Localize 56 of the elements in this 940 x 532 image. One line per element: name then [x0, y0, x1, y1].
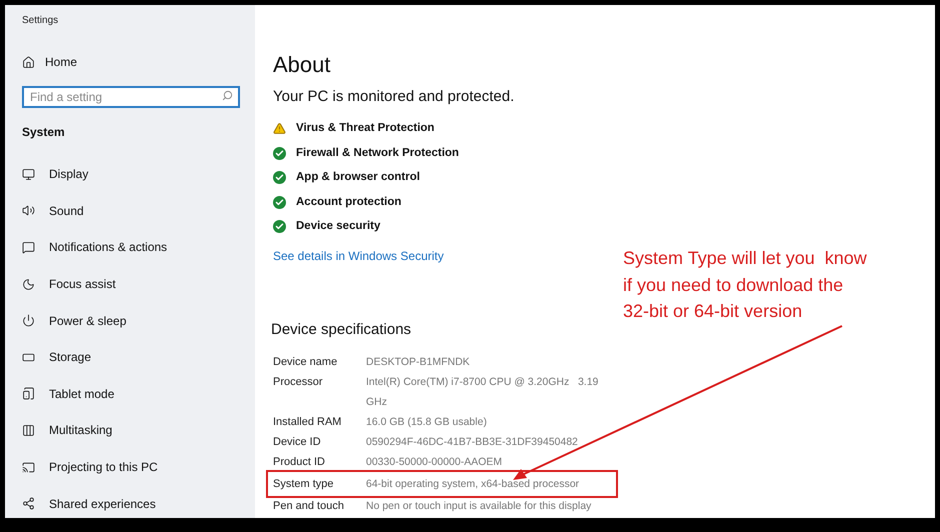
- security-item: Virus & Threat Protection: [296, 121, 434, 136]
- sidebar-item[interactable]: Storage: [22, 338, 92, 376]
- security-item: Account protection: [296, 194, 402, 210]
- check-icon: [273, 171, 286, 184]
- sidebar-item[interactable]: Shared experiences: [22, 485, 156, 522]
- sidebar-item[interactable]: Tablet mode: [22, 376, 114, 412]
- home-link[interactable]: Home: [22, 53, 78, 71]
- spec-value: 00330-50000-00000-AAOEM: [366, 454, 504, 470]
- speaker-icon: [22, 204, 35, 218]
- protection-status: Your PC is monitored and protected.: [273, 87, 514, 107]
- spec-label: Processor: [273, 374, 324, 390]
- check-icon: [273, 146, 286, 160]
- spec-label: Pen and touch: [273, 498, 345, 514]
- spec-label: Product ID: [273, 454, 326, 470]
- search-field[interactable]: Find a setting: [22, 86, 240, 108]
- spec-value: 16.0 GB (15.8 GB usable): [366, 414, 488, 430]
- section-heading: Device specifications: [271, 320, 412, 340]
- security-item: App & browser control: [296, 170, 420, 186]
- spec-value: 0590294F-46DC-41B7-BB3E-31DF39450482: [366, 434, 579, 450]
- annotation-text: System Type will let you know: [623, 247, 867, 270]
- monitor-icon: [22, 168, 35, 181]
- moon-icon: [22, 278, 35, 291]
- check-icon: [273, 196, 286, 209]
- sidebar-item[interactable]: Focus assist: [22, 266, 116, 302]
- annotation-text: 32-bit or 64-bit version: [623, 300, 804, 323]
- speech-bubble-icon: [22, 240, 35, 254]
- warning-icon: [273, 122, 286, 136]
- security-item: Firewall & Network Protection: [296, 146, 459, 161]
- power-icon: [22, 314, 35, 328]
- spec-label: Device ID: [273, 434, 322, 450]
- spec-label: System type: [273, 476, 335, 492]
- sidebar-item[interactable]: Notifications & actions: [22, 229, 168, 266]
- spec-label: Installed RAM: [273, 414, 342, 430]
- spec-value: No pen or touch input is available for this display: [366, 498, 592, 514]
- sidebar-item[interactable]: Projecting to this PC: [22, 448, 158, 486]
- tablet-icon: [22, 387, 35, 400]
- share-icon: [22, 497, 35, 510]
- spec-value: Intel(R) Core(TM) i7-8700 CPU @ 3.20GHz 3.19 GHz: [366, 374, 600, 410]
- section-heading: System: [22, 124, 65, 141]
- check-icon: [273, 220, 286, 234]
- sidebar-item[interactable]: Multitasking: [22, 412, 112, 449]
- projector-icon: [22, 460, 35, 474]
- sidebar-item[interactable]: Power & sleep: [22, 302, 126, 339]
- windows-security-link[interactable]: See details in Windows Security: [273, 247, 444, 265]
- search-icon: [222, 90, 233, 101]
- spec-value: 64-bit operating system, x64-based processor: [366, 476, 580, 492]
- spec-value: DESKTOP-B1MFNDK: [366, 354, 471, 370]
- home-icon: [22, 56, 35, 68]
- sidebar-item[interactable]: Sound: [22, 192, 84, 230]
- page-title: About: [273, 51, 330, 79]
- sidebar-item[interactable]: Display: [22, 156, 88, 193]
- multitasking-icon: [22, 424, 35, 437]
- window-title: Settings: [22, 14, 58, 28]
- annotation-text: if you need to download the: [623, 274, 844, 297]
- security-item: Device security: [296, 219, 380, 234]
- spec-label: Device name: [273, 354, 338, 370]
